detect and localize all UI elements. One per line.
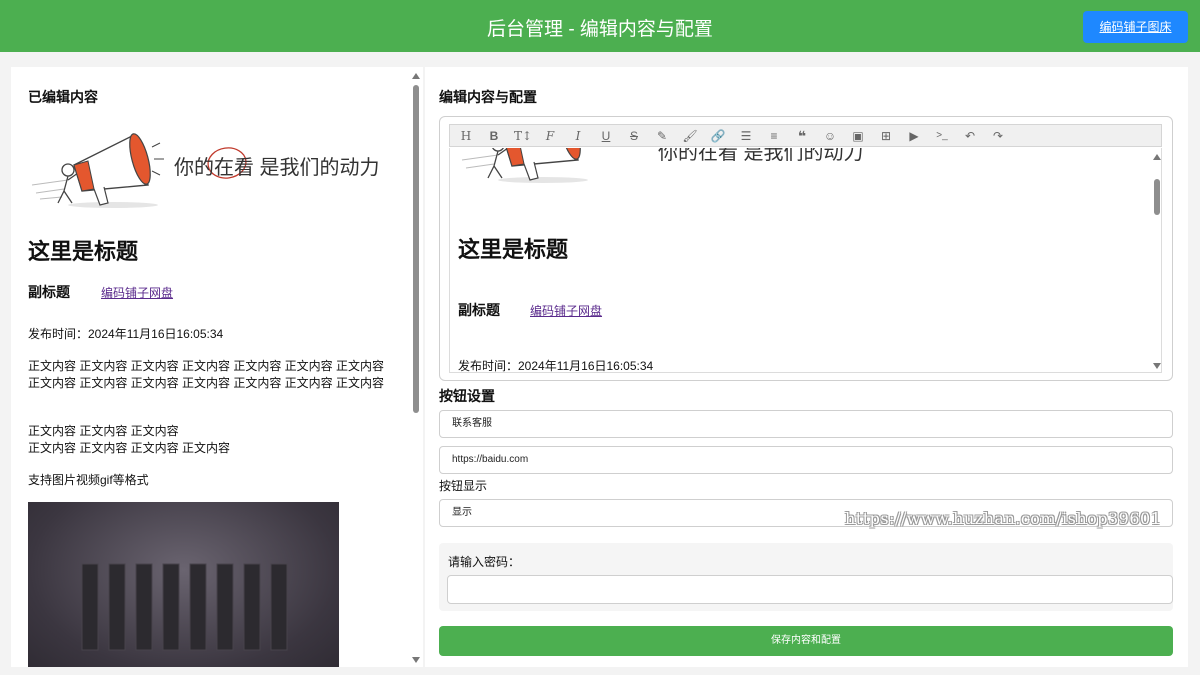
bold-icon[interactable]: B <box>486 128 502 144</box>
link-icon[interactable]: 🔗 <box>710 128 726 144</box>
editor-toolbar: H B T↕ F I U S ✎ 🖌 🔗 ☰ ≡ ❝ ☺ ▣ ⊞ ▶ >_ ↶ … <box>449 124 1162 147</box>
password-input[interactable] <box>447 575 1173 604</box>
paragraph-1: 正文内容 正文内容 正文内容 正文内容 正文内容 正文内容 正文内容 正文内容 … <box>28 359 385 390</box>
rich-text-editor: H B T↕ F I U S ✎ 🖌 🔗 ☰ ≡ ❝ ☺ ▣ ⊞ ▶ >_ ↶ … <box>439 116 1173 381</box>
editor-article-subtitle: 副标题 <box>458 302 500 318</box>
blocks-graphic <box>81 563 288 651</box>
button-settings-title: 按钮设置 <box>439 388 495 404</box>
underline-icon[interactable]: U <box>598 128 614 144</box>
undo-icon[interactable]: ↶ <box>962 128 978 144</box>
scroll-thumb[interactable] <box>413 85 419 413</box>
font-icon[interactable]: F <box>542 128 558 144</box>
editor-scroll-thumb[interactable] <box>1154 179 1160 215</box>
editor-article-title: 这里是标题 <box>458 237 569 262</box>
quote-icon[interactable]: ❝ <box>794 128 810 144</box>
publish-time: 发布时间：2024年11月16日16:05:34 <box>28 327 224 341</box>
text-size-icon[interactable]: T↕ <box>514 128 532 144</box>
list-icon[interactable]: ☰ <box>738 128 754 144</box>
emoji-icon[interactable]: ☺ <box>822 128 838 144</box>
brush-icon[interactable]: 🖌 <box>682 128 698 144</box>
banner-slogan: 你的在看 是我们的动力 <box>174 157 380 179</box>
banner-image: 你的在看 是我们的动力 <box>28 125 380 211</box>
preview-section-title: 已编辑内容 <box>28 89 98 105</box>
preview-scrollbar[interactable] <box>410 67 422 667</box>
italic-icon[interactable]: I <box>570 128 586 144</box>
scroll-up-icon[interactable] <box>412 73 420 79</box>
redo-icon[interactable]: ↷ <box>990 128 1006 144</box>
password-section: 请输入密码： <box>439 543 1173 611</box>
page-title: 后台管理 - 编辑内容与配置 <box>487 19 713 40</box>
editor-content-area[interactable]: 你的在看 是我们的动力 这里是标题 副标题 编码铺子网盘 发布时间：2024年1… <box>449 148 1162 373</box>
subtitle-link[interactable]: 编码铺子网盘 <box>101 284 173 301</box>
image-icon[interactable]: ▣ <box>850 128 866 144</box>
editor-subtitle-link[interactable]: 编码铺子网盘 <box>530 302 602 319</box>
content-photo <box>28 502 339 667</box>
top-bar: 后台管理 - 编辑内容与配置 编码铺子图床 <box>0 0 1200 52</box>
editor-scroll-down-icon[interactable] <box>1153 363 1161 369</box>
formats-note: 支持图片视频gif等格式 <box>28 473 149 487</box>
editor-banner-image: 你的在看 是我们的动力 <box>458 148 864 186</box>
paragraph-2-line-2: 正文内容 正文内容 正文内容 正文内容 <box>28 441 231 455</box>
watermark-text: https://www.huzhan.com/ishop39601 <box>845 509 1162 528</box>
highlight-icon[interactable]: ✎ <box>654 128 670 144</box>
button-display-label: 按钮显示 <box>439 479 488 493</box>
button-display-selected: 显示 <box>452 507 472 518</box>
video-icon[interactable]: ▶ <box>906 128 922 144</box>
preview-panel: 已编辑内容 你的在看 是我们的动力 这里是标题 副标题 编码铺子网盘 发布时间：… <box>11 67 423 667</box>
strikethrough-icon[interactable]: S <box>626 128 642 144</box>
article-subtitle: 副标题 <box>28 284 70 300</box>
scroll-down-icon[interactable] <box>412 657 420 663</box>
code-icon[interactable]: >_ <box>934 128 950 144</box>
editor-publish-time: 发布时间：2024年11月16日16:05:34 <box>458 359 654 373</box>
button-url-input[interactable]: https://baidu.com <box>439 446 1173 474</box>
editor-banner-slogan: 你的在看 是我们的动力 <box>658 148 864 164</box>
button-label-input[interactable]: 联系客服 <box>439 410 1173 438</box>
image-host-button[interactable]: 编码铺子图床 <box>1083 11 1188 43</box>
editor-scroll-up-icon[interactable] <box>1153 154 1161 160</box>
config-panel: 编辑内容与配置 H B T↕ F I U S ✎ 🖌 🔗 ☰ ≡ ❝ ☺ ▣ ⊞… <box>425 67 1188 667</box>
heading-icon[interactable]: H <box>458 128 474 144</box>
editor-section-title: 编辑内容与配置 <box>439 89 537 105</box>
table-icon[interactable]: ⊞ <box>878 128 894 144</box>
align-icon[interactable]: ≡ <box>766 128 782 144</box>
password-label: 请输入密码： <box>448 555 521 569</box>
save-button[interactable]: 保存内容和配置 <box>439 626 1173 656</box>
paragraph-2-line-1: 正文内容 正文内容 正文内容 <box>28 424 179 438</box>
editor-scrollbar[interactable] <box>1151 148 1161 372</box>
article-title: 这里是标题 <box>28 239 139 264</box>
